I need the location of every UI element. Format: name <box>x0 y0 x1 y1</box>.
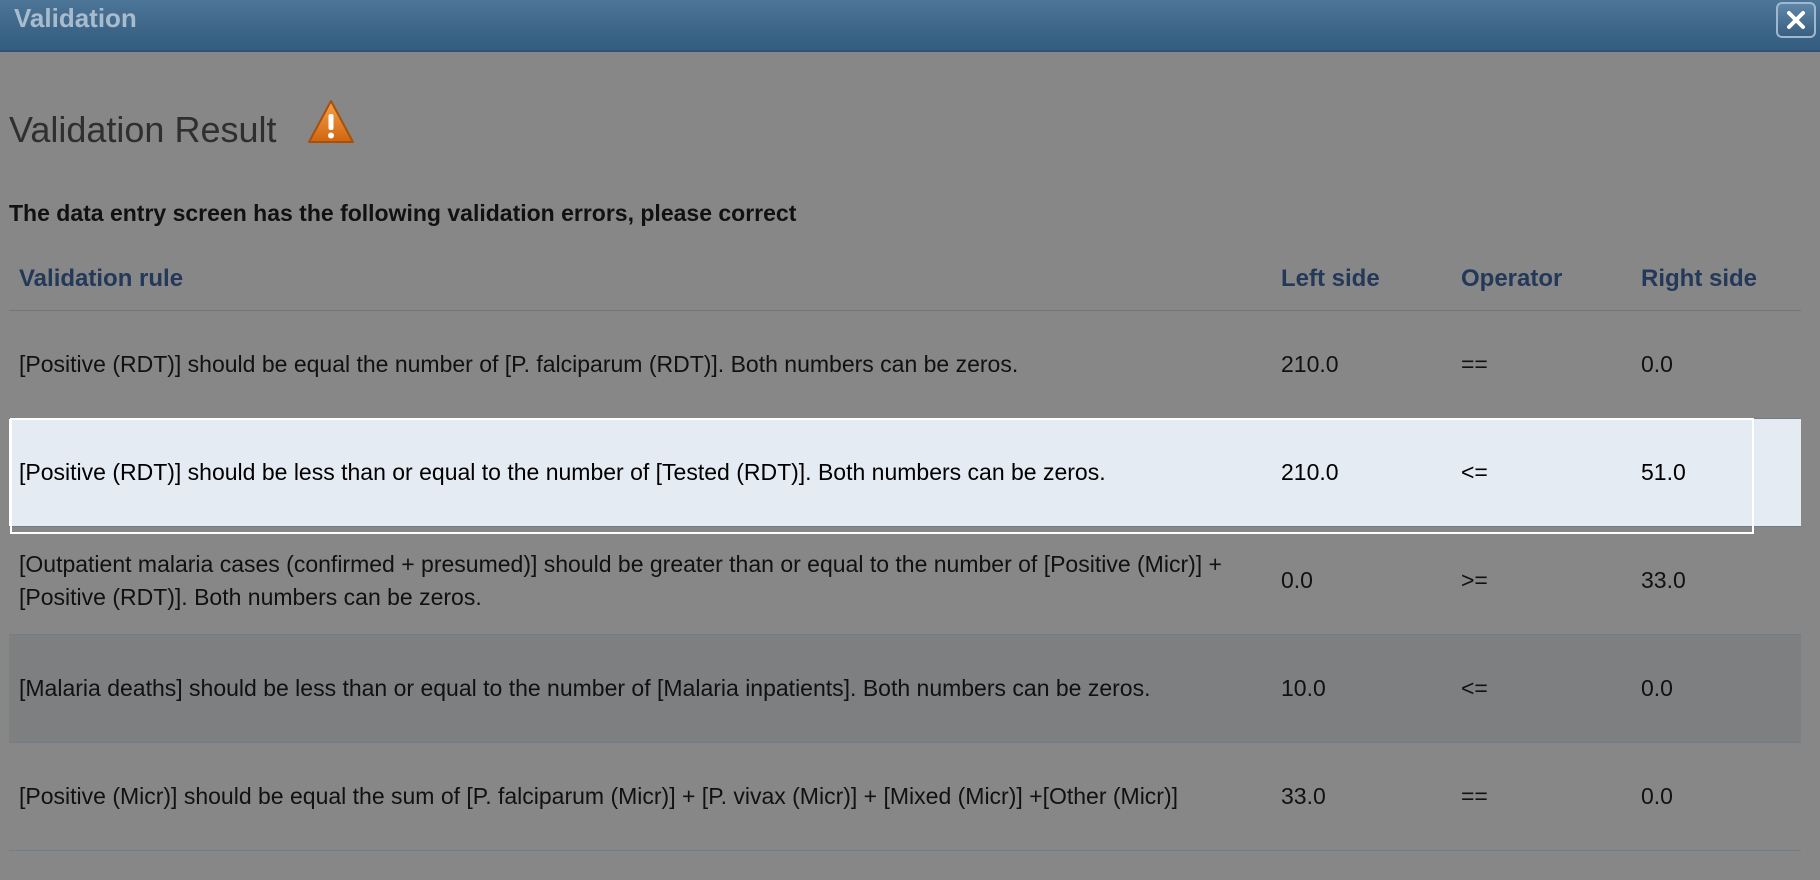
page-title: Validation Result <box>9 109 277 150</box>
right-side-cell: 0.0 <box>1631 310 1801 419</box>
dialog-titlebar: Validation <box>0 0 1820 52</box>
operator-cell: >= <box>1451 526 1631 635</box>
column-header-operator: Operator <box>1451 248 1631 311</box>
left-side-cell: 210.0 <box>1271 418 1451 527</box>
rule-cell: [Malaria deaths] should be less than or … <box>9 634 1271 743</box>
rule-cell: [Positive (RDT)] should be equal the num… <box>9 310 1271 419</box>
operator-cell: == <box>1451 310 1631 419</box>
right-side-cell: 0.0 <box>1631 634 1801 743</box>
left-side-cell: 10.0 <box>1271 634 1451 743</box>
close-button[interactable] <box>1776 2 1816 38</box>
right-side-cell: 0.0 <box>1631 742 1801 851</box>
column-header-rule: Validation rule <box>9 248 1271 311</box>
rule-cell: [Outpatient malaria cases (confirmed + p… <box>9 526 1271 635</box>
operator-cell: == <box>1451 742 1631 851</box>
rule-cell: [Positive (Micr)] should be equal the su… <box>9 742 1271 851</box>
table-row[interactable]: [Outpatient malaria cases (confirmed + p… <box>9 526 1801 635</box>
left-side-cell: 0.0 <box>1271 526 1451 635</box>
table-header-row: Validation rule Left side Operator Right… <box>9 248 1801 311</box>
operator-cell: <= <box>1451 418 1631 527</box>
validation-table: Validation rule Left side Operator Right… <box>9 248 1801 851</box>
left-side-cell: 210.0 <box>1271 310 1451 419</box>
left-side-cell: 33.0 <box>1271 742 1451 851</box>
validation-subtitle: The data entry screen has the following … <box>9 200 797 226</box>
dialog-title: Validation <box>14 3 137 33</box>
table-row[interactable]: [Malaria deaths] should be less than or … <box>9 634 1801 743</box>
right-side-cell: 33.0 <box>1631 526 1801 635</box>
close-icon <box>1787 11 1805 29</box>
operator-cell: <= <box>1451 634 1631 743</box>
warning-icon <box>308 100 354 143</box>
rule-cell: [Positive (RDT)] should be less than or … <box>9 418 1271 527</box>
table-row[interactable]: [Positive (RDT)] should be equal the num… <box>9 310 1801 419</box>
column-header-right: Right side <box>1631 248 1801 311</box>
table-row[interactable]: [Positive (Micr)] should be equal the su… <box>9 742 1801 851</box>
column-header-left: Left side <box>1271 248 1451 311</box>
table-row-selected[interactable]: [Positive (RDT)] should be less than or … <box>9 418 1801 527</box>
right-side-cell: 51.0 <box>1631 418 1801 527</box>
